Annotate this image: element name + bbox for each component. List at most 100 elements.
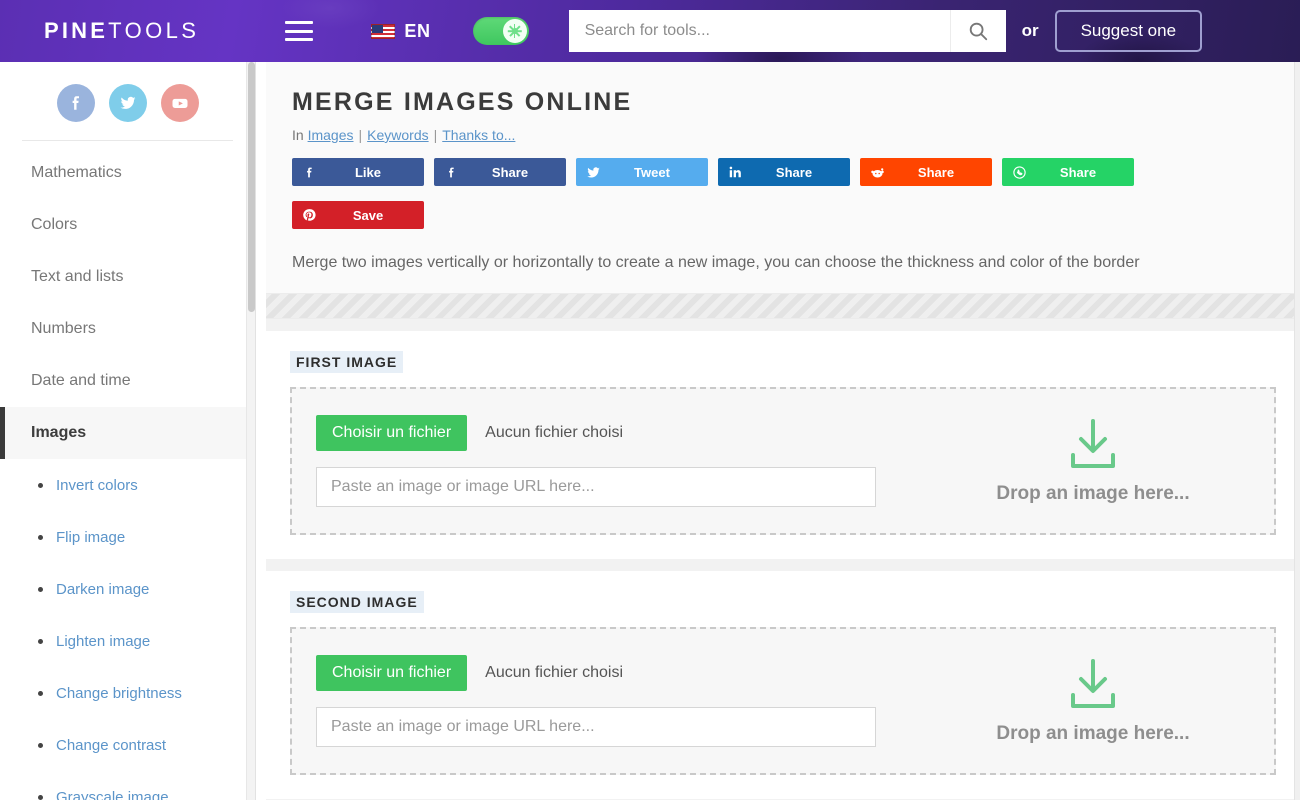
main-content: MERGE IMAGES ONLINE In Images | Keywords | T… (266, 62, 1300, 800)
bullet-icon (38, 638, 43, 644)
list-item-label: Change brightness (56, 684, 182, 702)
first-image-panel: FIRST IMAGE Choisir un fichier Aucun fic… (266, 331, 1300, 559)
share-button-twitter[interactable]: Tweet (576, 158, 708, 186)
share-buttons: Like Share Tweet Share Share Share (292, 158, 1274, 186)
youtube-icon[interactable] (160, 84, 199, 122)
logo-thin-text: TOOLS (108, 18, 200, 43)
page-title: MERGE IMAGES ONLINE (292, 88, 633, 116)
first-image-url-input[interactable] (316, 467, 876, 507)
share-button-label: Share (491, 164, 529, 180)
sidebar-item-grayscale-image[interactable]: Grayscale image (0, 771, 255, 800)
share-button-label: Share (917, 164, 955, 180)
language-label: EN (404, 20, 431, 41)
share-button-label: Like (354, 164, 381, 180)
share-button-label: Save (352, 207, 384, 223)
share-button-label: Tweet (634, 164, 670, 180)
page-scrollbar[interactable] (1294, 62, 1300, 800)
sidebar-item-images[interactable]: Images (0, 407, 255, 459)
facebook-icon (292, 166, 326, 179)
twitter-icon (576, 165, 610, 180)
or-label: or (1021, 21, 1039, 40)
sidebar-item-date-and-time[interactable]: Date and time (0, 355, 255, 407)
bullet-icon (38, 690, 43, 696)
social-links (0, 62, 255, 140)
first-image-choose-file-button[interactable]: Choisir un fichier (316, 415, 468, 451)
sidebar-item-label: Images (31, 424, 87, 441)
language-selector[interactable]: EN (371, 21, 430, 42)
sidebar-item-label: Numbers (31, 320, 96, 337)
second-image-choose-file-button[interactable]: Choisir un fichier (316, 655, 468, 691)
breadcrumb-link-thanks-to[interactable]: Thanks to... (442, 127, 515, 143)
share-button-pinterest[interactable]: Save (292, 201, 424, 229)
bullet-icon (38, 742, 43, 748)
sidebar-item-label: Date and time (31, 372, 131, 389)
sidebar-scrollbar-thumb[interactable] (248, 62, 255, 312)
sidebar-item-flip-image[interactable]: Flip image (0, 511, 255, 563)
share-button-facebook-like[interactable]: Like (292, 158, 424, 186)
list-item-label: Darken image (56, 580, 150, 598)
share-button-facebook-share[interactable]: Share (434, 158, 566, 186)
breadcrumb-link-images[interactable]: Images (308, 127, 354, 143)
search-input[interactable] (568, 10, 950, 52)
sidebar: Mathematics Colors Text and lists Number… (0, 62, 256, 800)
second-image-url-input[interactable] (316, 707, 876, 747)
bullet-icon (38, 534, 43, 540)
first-image-label: FIRST IMAGE (290, 351, 404, 373)
twitter-icon[interactable] (108, 84, 147, 122)
second-image-dropzone[interactable]: Choisir un fichier Aucun fichier choisi … (290, 627, 1276, 775)
facebook-icon[interactable] (56, 84, 95, 122)
sidebar-item-label: Colors (31, 216, 78, 233)
bullet-icon (38, 794, 43, 800)
bullet-icon (38, 586, 43, 592)
sidebar-item-numbers[interactable]: Numbers (0, 303, 255, 355)
whatsapp-icon (1002, 165, 1036, 180)
sidebar-scrollbar[interactable] (246, 62, 255, 800)
logo-bold-text: PINE (44, 18, 109, 43)
search-button[interactable] (949, 10, 1006, 52)
second-image-file-status: Aucun fichier choisi (485, 664, 623, 681)
sidebar-category-list: Mathematics Colors Text and lists Number… (0, 141, 255, 459)
tool-description: Merge two images vertically or horizonta… (292, 254, 1140, 271)
share-button-reddit[interactable]: Share (860, 158, 992, 186)
linkedin-icon (718, 165, 752, 179)
second-image-drop-text: Drop an image here... (996, 723, 1190, 744)
suggest-one-button[interactable]: Suggest one (1054, 10, 1203, 52)
share-buttons-row-2: Save (292, 201, 1274, 229)
sidebar-item-darken-image[interactable]: Darken image (0, 563, 255, 615)
share-button-label: Share (1059, 164, 1097, 180)
sidebar-image-tool-list: Invert colors Flip image Darken image Li… (0, 459, 255, 800)
first-image-dropzone[interactable]: Choisir un fichier Aucun fichier choisi … (290, 387, 1276, 535)
sidebar-item-label: Mathematics (31, 164, 122, 181)
sun-icon (507, 24, 522, 38)
list-item-label: Flip image (56, 528, 126, 546)
search-bar (568, 10, 1006, 52)
hamburger-menu-icon[interactable] (285, 21, 314, 41)
page-header: MERGE IMAGES ONLINE In Images | Keywords | T… (266, 62, 1300, 293)
sidebar-item-colors[interactable]: Colors (0, 199, 255, 251)
sidebar-item-text-and-lists[interactable]: Text and lists (0, 251, 255, 303)
share-button-linkedin[interactable]: Share (718, 158, 850, 186)
breadcrumb-prefix: In (292, 127, 304, 143)
download-arrow-icon (1071, 419, 1115, 468)
breadcrumb: In Images | Keywords | Thanks to... (292, 127, 516, 143)
facebook-icon (434, 166, 468, 179)
sidebar-item-change-brightness[interactable]: Change brightness (0, 667, 255, 719)
theme-toggle-knob (502, 19, 527, 43)
pinterest-icon (292, 208, 326, 222)
theme-toggle[interactable] (472, 17, 529, 45)
site-header: PINETOOLS EN or Suggest one (0, 0, 1300, 62)
breadcrumb-link-keywords[interactable]: Keywords (367, 127, 428, 143)
sidebar-item-label: Text and lists (31, 268, 124, 285)
sidebar-item-lighten-image[interactable]: Lighten image (0, 615, 255, 667)
reddit-icon (860, 165, 894, 180)
us-flag-icon (371, 23, 396, 39)
sidebar-item-invert-colors[interactable]: Invert colors (0, 459, 255, 511)
sidebar-item-mathematics[interactable]: Mathematics (0, 147, 255, 199)
share-button-whatsapp[interactable]: Share (1002, 158, 1134, 186)
site-logo[interactable]: PINETOOLS (44, 18, 199, 44)
second-image-label: SECOND IMAGE (290, 591, 424, 613)
sidebar-item-change-contrast[interactable]: Change contrast (0, 719, 255, 771)
bullet-icon (38, 482, 43, 488)
list-item-label: Grayscale image (56, 788, 169, 800)
share-button-label: Share (775, 164, 813, 180)
